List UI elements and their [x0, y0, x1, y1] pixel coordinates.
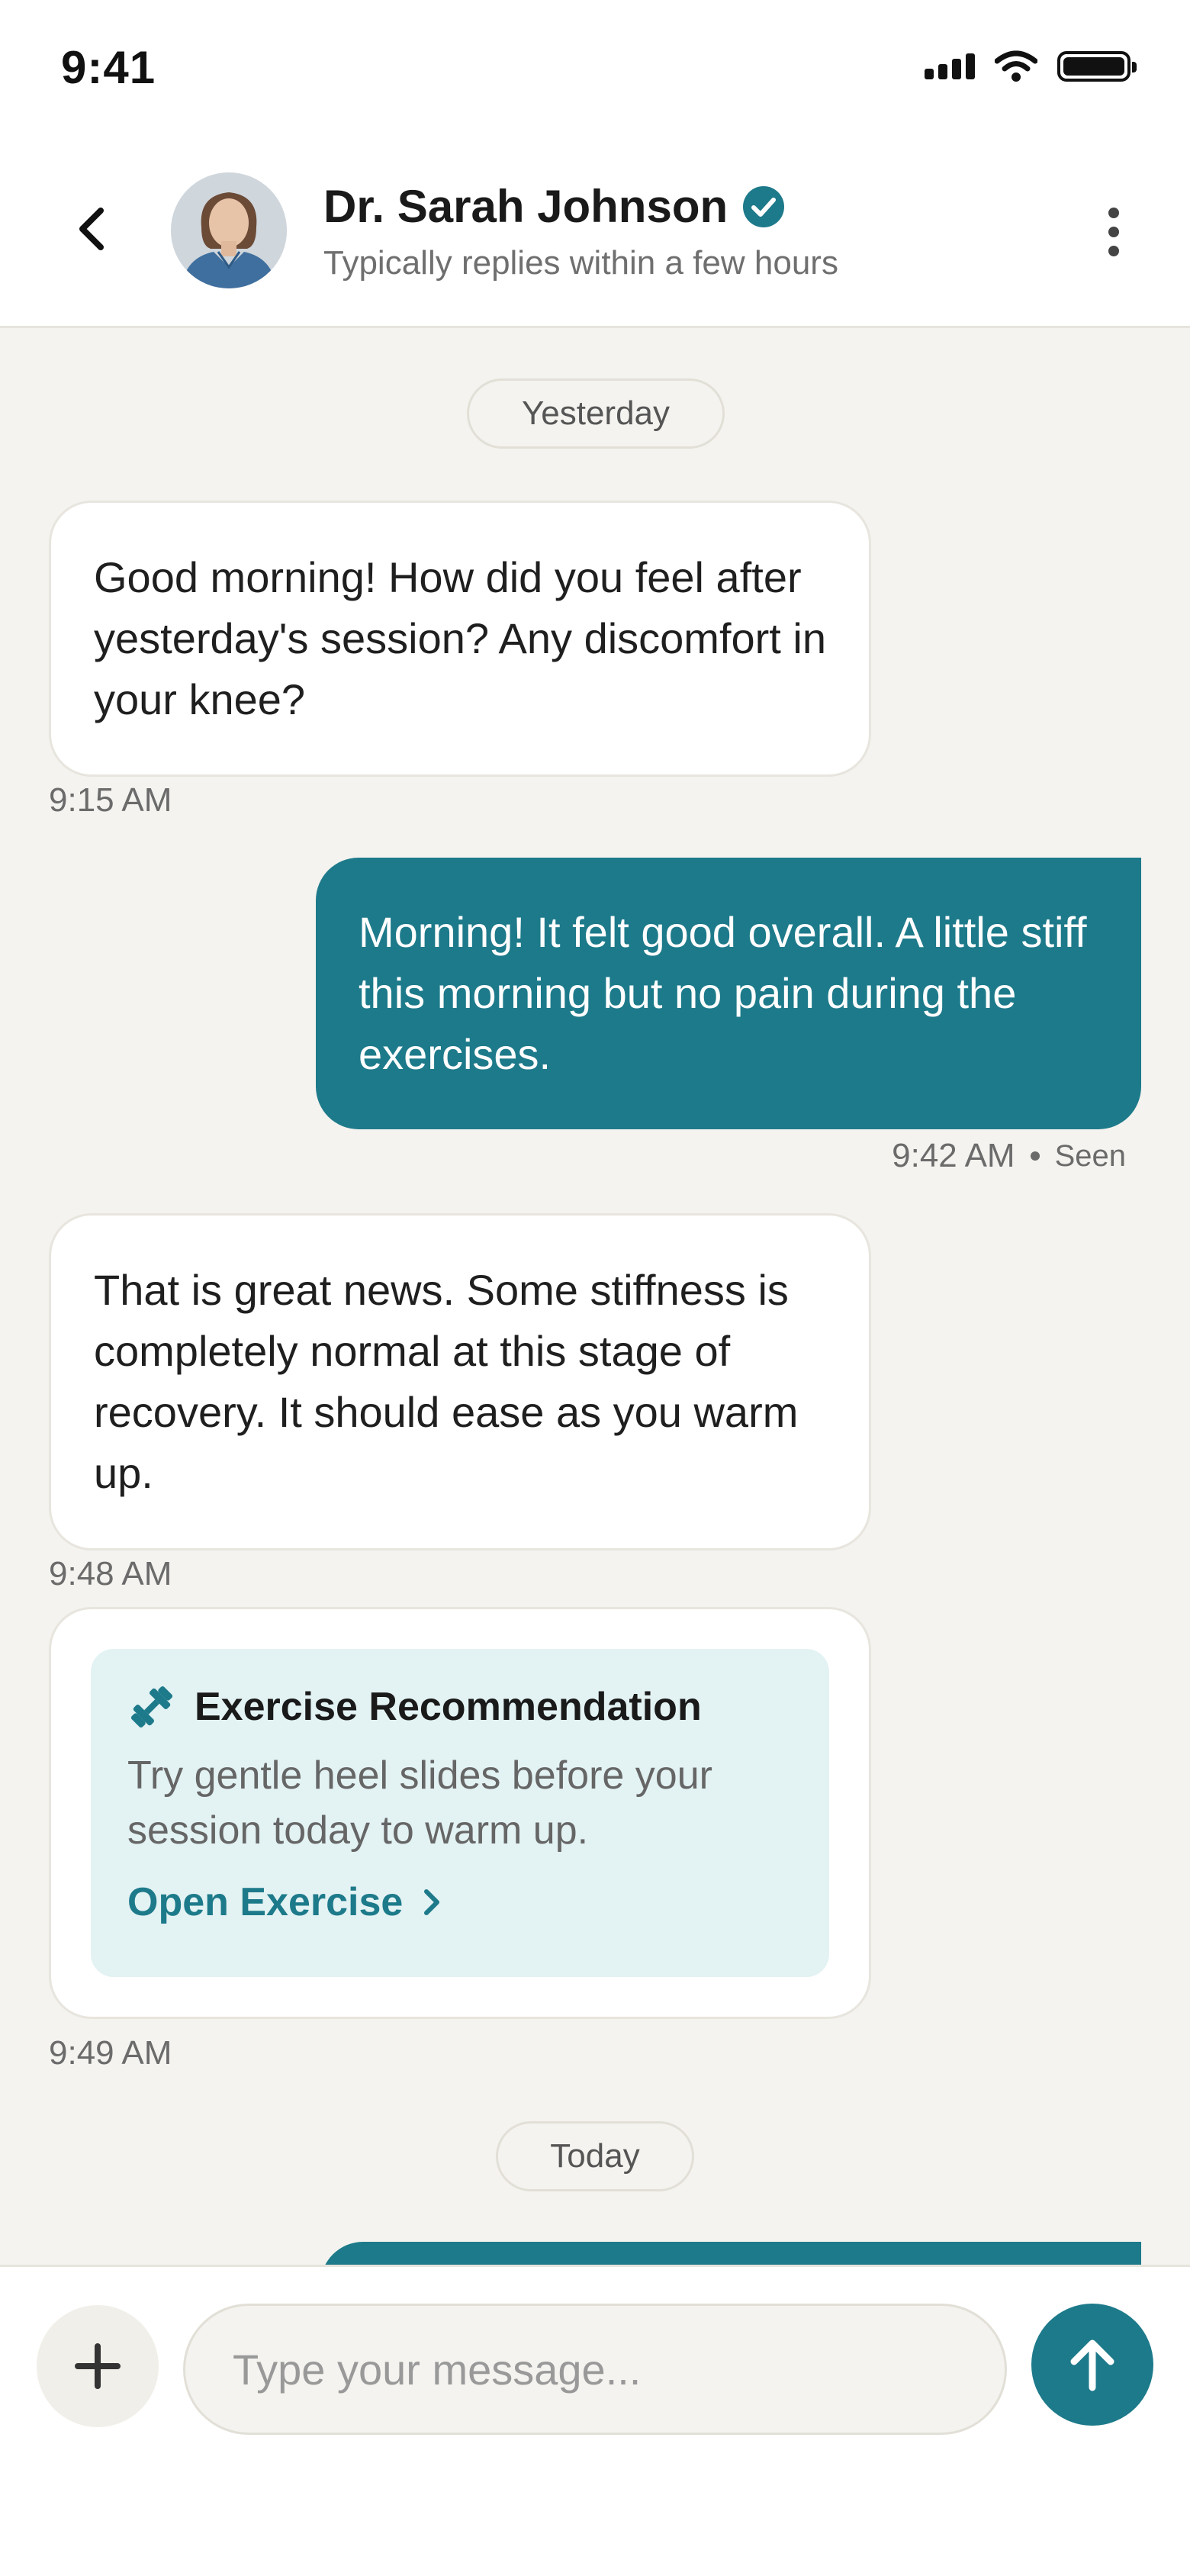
message-time: 9:48 AM: [49, 1555, 172, 1592]
chat-header: Dr. Sarah Johnson Typically replies with…: [0, 137, 1190, 328]
card-title-row: Exercise Recommendation: [127, 1682, 793, 1731]
reply-time-subtitle: Typically replies within a few hours: [323, 244, 838, 282]
plus-icon: [75, 2343, 121, 2389]
open-exercise-link[interactable]: Open Exercise: [127, 1879, 793, 1925]
separator-dot: [1030, 1151, 1040, 1161]
verified-badge-icon: [743, 185, 785, 227]
message-time: 9:49 AM: [49, 2034, 172, 2072]
back-arrow-icon: [79, 208, 104, 250]
exercise-recommendation-card[interactable]: Exercise Recommendation Try gentle heel …: [91, 1649, 829, 1977]
message-time: 9:42 AM: [892, 1137, 1015, 1174]
wifi-icon: [995, 50, 1037, 82]
doctor-name-row: Dr. Sarah Johnson: [323, 180, 786, 233]
back-button[interactable]: [61, 198, 122, 259]
doctor-avatar[interactable]: [171, 172, 287, 288]
date-separator-yesterday: Yesterday: [467, 378, 725, 449]
incoming-message[interactable]: That is great news. Some stiffness is co…: [49, 1213, 871, 1550]
outgoing-message[interactable]: Morning! It felt good overall. A little …: [316, 858, 1141, 1129]
message-list[interactable]: Yesterday Good morning! How did you feel…: [0, 328, 1190, 2266]
arrow-up-icon: [1070, 2339, 1114, 2391]
chat-screen: 9:41 Dr. Sarah Johnson Typically replies…: [0, 0, 1190, 2576]
outgoing-message-partial[interactable]: [320, 2242, 1141, 2266]
incoming-message[interactable]: Good morning! How did you feel after yes…: [49, 501, 871, 777]
attach-button[interactable]: [37, 2305, 159, 2427]
more-options-button[interactable]: [1098, 201, 1129, 262]
exercise-card-message: Exercise Recommendation Try gentle heel …: [49, 1607, 871, 2019]
status-icons: [925, 50, 1137, 82]
message-input-wrapper: [183, 2304, 1007, 2435]
message-input[interactable]: [233, 2344, 957, 2394]
chevron-right-icon: [424, 1889, 440, 1915]
signal-icon: [925, 53, 975, 79]
card-body: Try gentle heel slides before your sessi…: [127, 1753, 712, 1853]
battery-icon: [1057, 51, 1137, 82]
message-meta: 9:42 AM Seen: [892, 1137, 1126, 1175]
status-time: 9:41: [61, 42, 156, 93]
read-status: Seen: [1054, 1138, 1126, 1173]
date-separator-today: Today: [496, 2121, 694, 2191]
dumbbell-icon: [130, 1686, 173, 1728]
message-time: 9:15 AM: [49, 781, 172, 819]
message-composer: [0, 2265, 1190, 2576]
status-bar: 9:41: [0, 0, 1190, 137]
open-exercise-label: Open Exercise: [127, 1880, 404, 1924]
send-button[interactable]: [1031, 2304, 1153, 2426]
more-vertical-icon: [1108, 208, 1119, 218]
card-title: Exercise Recommendation: [195, 1685, 702, 1729]
doctor-name: Dr. Sarah Johnson: [323, 181, 728, 232]
